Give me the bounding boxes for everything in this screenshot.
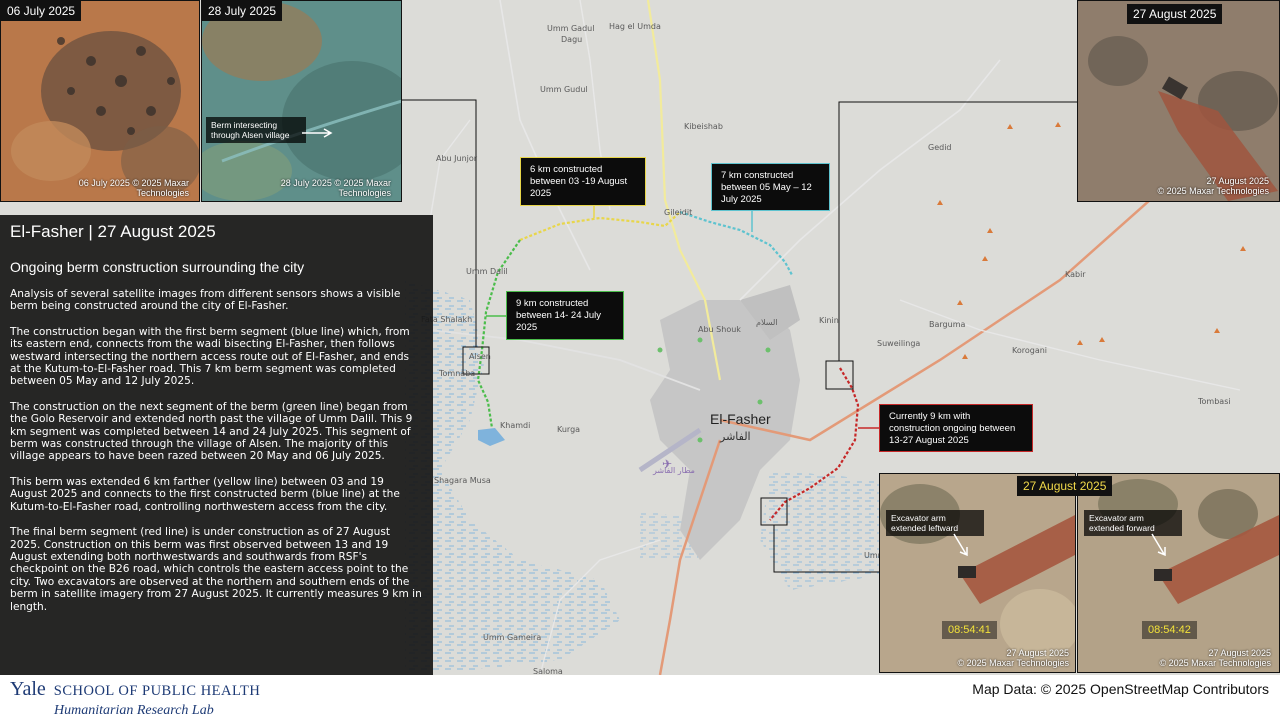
place-label: Umm Gadul — [547, 24, 595, 33]
panel-paragraph: Analysis of several satellite images fro… — [10, 288, 401, 313]
school-name: SCHOOL OF PUBLIC HEALTH — [53, 683, 261, 699]
credit-line: 28 July 2025 © 2025 Maxar — [280, 178, 391, 188]
satellite-image — [1078, 1, 1279, 201]
panel-paragraph: The final berm segment (red line) is und… — [10, 526, 422, 613]
excavator-inset-right[interactable]: Excavator arm extended forward 08:54:42 … — [1077, 473, 1280, 673]
callout-yellow-segment: 6 km constructed between 03 -19 August 2… — [520, 157, 646, 206]
place-label: Hag el Umda — [609, 22, 661, 31]
place-label: Dagu — [561, 35, 583, 44]
imagery-credit: 06 July 2025 © 2025 Maxar Technologies — [79, 178, 189, 198]
panel-paragraph: The construction began with the first be… — [10, 325, 410, 388]
credit-line: 27 August 2025 — [1208, 648, 1271, 658]
credit-line: Technologies — [338, 188, 391, 198]
arrow-down-right-icon — [1151, 533, 1166, 557]
annotation-berm-alsen: Berm intersecting through Alsen village — [206, 117, 306, 143]
city-label: El-Fasher — [710, 411, 771, 427]
place-label: Gedid — [928, 143, 952, 152]
inset-date-label: 28 July 2025 — [202, 1, 283, 21]
capture-time: 08:54:41 — [942, 621, 997, 639]
imagery-credit: 27 August 2025 © 2025 Maxar Technologies — [1159, 648, 1271, 668]
road-west-2 — [429, 119, 471, 221]
info-panel: El-Fasher | 27 August 2025 Ongoing berm … — [0, 215, 433, 675]
place-label: Kinin — [819, 316, 839, 325]
credit-line: 27 August 2025 — [1006, 648, 1069, 658]
yale-logo: Yale SCHOOL OF PUBLIC HEALTH — [10, 678, 260, 701]
credit-line: © 2025 Maxar Technologies — [1157, 186, 1269, 196]
place-label: Kabir — [1065, 270, 1086, 279]
satellite-image — [202, 1, 401, 201]
satellite-image — [880, 474, 1075, 672]
place-label: مطار الفاشر — [653, 466, 695, 475]
callout-blue-segment: 7 km constructed between 05 May – 12 Jul… — [711, 163, 830, 211]
satellite-inset-27-august[interactable]: 27 August 2025 27 August 2025 © 2025 Max… — [1077, 0, 1280, 202]
berm-yellow — [519, 211, 681, 242]
panel-subtitle: Ongoing berm construction surrounding th… — [10, 259, 305, 275]
place-label: Gileidit — [664, 208, 693, 217]
golo-reservoir — [478, 428, 505, 446]
inset-date-label: 27 August 2025 — [1127, 4, 1223, 24]
place-label: Abu Shouk — [698, 325, 741, 334]
credit-line: 27 August 2025 — [1206, 176, 1269, 186]
place-label: Saloma — [533, 667, 563, 675]
panel-paragraph: This berm was extended 6 km farther (yel… — [10, 475, 400, 513]
excavator-inset-date: 27 August 2025 — [1017, 476, 1113, 496]
satellite-inset-06-july[interactable]: 06 July 2025 06 July 2025 © 2025 Maxar T… — [0, 0, 200, 202]
city-label-arabic: الفاشر — [720, 430, 751, 443]
place-label: Barguma — [929, 320, 966, 329]
place-label: Umm Dalil — [466, 267, 508, 276]
lab-name: Humanitarian Research Lab — [54, 703, 214, 718]
place-label: Umm Gameira — [483, 633, 542, 642]
satellite-image — [1, 1, 199, 201]
place-label: Kibeishab — [684, 122, 723, 131]
place-label: Alsen — [469, 352, 491, 361]
imagery-credit: 27 August 2025 © 2025 Maxar Technologies — [957, 648, 1069, 668]
imagery-credit: 27 August 2025 © 2025 Maxar Technologies — [1157, 176, 1269, 196]
arrow-right-icon — [302, 128, 333, 138]
capture-time: 08:54:42 — [1142, 621, 1197, 639]
callout-green-segment: 9 km constructed between 14- 24 July 202… — [506, 291, 624, 340]
place-label: Shagara Musa — [434, 476, 491, 485]
credit-line: © 2025 Maxar Technologies — [1159, 658, 1271, 668]
place-label: Korogani — [1012, 346, 1048, 355]
place-label: Kurga — [557, 425, 581, 434]
satellite-inset-28-july[interactable]: 28 July 2025 Berm intersecting through A… — [201, 0, 402, 202]
place-label: Khamdi — [500, 421, 531, 430]
inset-date-label: 06 July 2025 — [1, 1, 82, 21]
yale-wordmark: Yale — [10, 678, 46, 700]
footer: Yale SCHOOL OF PUBLIC HEALTH Humanitaria… — [0, 675, 1280, 721]
excavator-inset-left[interactable]: Excavator arm extended leftward 08:54:41… — [879, 473, 1076, 673]
credit-line: 06 July 2025 © 2025 Maxar — [78, 178, 189, 188]
arrow-down-right-icon — [953, 533, 968, 557]
callout-red-segment: Currently 9 km with construction ongoing… — [879, 404, 1033, 452]
road-east — [899, 299, 1241, 391]
credit-line: Technologies — [136, 188, 189, 198]
map-data-attribution: Map Data: © 2025 OpenStreetMap Contribut… — [972, 681, 1269, 697]
credit-line: © 2025 Maxar Technologies — [957, 658, 1069, 668]
panel-title: El-Fasher | 27 August 2025 — [10, 222, 216, 241]
place-label: Tomnaba — [439, 369, 476, 378]
satellite-image — [1078, 474, 1279, 672]
place-label: Tombasi — [1198, 397, 1231, 406]
map-area[interactable]: ✈ Umm Gadul Dagu Hag el Umda Umm Gudul K… — [0, 0, 1280, 675]
panel-paragraph: The construction on the next segment of … — [10, 400, 413, 463]
imagery-credit: 28 July 2025 © 2025 Maxar Technologies — [281, 178, 391, 198]
place-label: Suweilinga — [877, 339, 921, 348]
place-label: Umm Gudul — [540, 85, 588, 94]
place-label: Abu Junjor — [436, 154, 478, 163]
locator-box-north-end — [825, 360, 854, 390]
place-label: السلام — [756, 318, 778, 327]
